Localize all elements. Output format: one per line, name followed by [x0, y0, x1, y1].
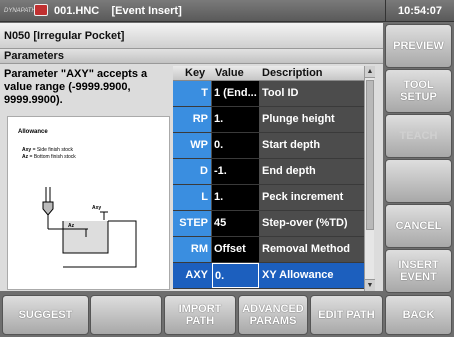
import-path-button[interactable]: IMPORT PATH	[164, 295, 236, 335]
back-button[interactable]: BACK	[385, 295, 452, 335]
row-key: L	[173, 185, 211, 210]
axy-label: Axy	[92, 205, 101, 211]
section-title: Parameters	[0, 49, 383, 64]
header-value: Value	[215, 67, 244, 79]
table-row[interactable]: L 1. Peck increment	[173, 185, 364, 211]
row-value[interactable]: -1.	[212, 159, 259, 184]
table-row[interactable]: T 1 (End... Tool ID	[173, 81, 364, 107]
row-key: AXY	[173, 263, 211, 288]
row-value[interactable]: 1 (End...	[212, 81, 259, 106]
row-value[interactable]: 1.	[212, 185, 259, 210]
row-value[interactable]: Offset	[212, 237, 259, 262]
blank-softkey-button[interactable]	[385, 159, 452, 203]
row-key: RM	[173, 237, 211, 262]
row-description: Removal Method	[262, 243, 351, 255]
insert-event-button[interactable]: INSERT EVENT	[385, 249, 452, 293]
row-description: End depth	[262, 165, 316, 177]
row-value-input[interactable]: 0.	[212, 263, 259, 288]
row-description: Start depth	[262, 139, 321, 151]
tool-setup-button[interactable]: TOOL SETUP	[385, 69, 452, 113]
advanced-params-button[interactable]: ADVANCED PARAMS	[238, 295, 308, 335]
parameter-description: Parameter "AXY" accepts a value range (-…	[4, 68, 148, 106]
table-row[interactable]: D -1. End depth	[173, 159, 364, 185]
cancel-button[interactable]: CANCEL	[385, 204, 452, 248]
row-value[interactable]: 1.	[212, 107, 259, 132]
az-label: Az	[68, 223, 75, 229]
suggest-button[interactable]: SUGGEST	[2, 295, 89, 335]
dynapath-logo-icon	[34, 4, 48, 16]
scroll-down-icon[interactable]: ▼	[365, 279, 375, 291]
table-row[interactable]: RM Offset Removal Method	[173, 237, 364, 263]
header-description: Description	[262, 67, 323, 79]
row-key: STEP	[173, 211, 211, 236]
row-key: D	[173, 159, 211, 184]
title-bar: DYNAPATH 001.HNC [Event Insert] 10:54:07	[0, 0, 454, 22]
table-scrollbar[interactable]: ▲ ▼	[364, 66, 375, 291]
row-value[interactable]: 45	[212, 211, 259, 236]
header-key: Key	[185, 67, 206, 79]
preview-button[interactable]: PREVIEW	[385, 24, 452, 68]
allowance-illustration: Allowance Axy = Side finish stock Az = B…	[7, 116, 170, 290]
edit-path-button[interactable]: EDIT PATH	[310, 295, 383, 335]
clock-display: 10:54:07	[397, 5, 443, 17]
table-header: Key Value Description	[173, 66, 364, 81]
teach-button[interactable]: TEACH	[385, 114, 452, 158]
row-value[interactable]: 0.	[212, 133, 259, 158]
table-row[interactable]: STEP 45 Step-over (%TD)	[173, 211, 364, 237]
row-description: Tool ID	[262, 87, 299, 99]
program-title: 001.HNC [Event Insert]	[54, 5, 182, 17]
table-row-selected[interactable]: AXY 0. XY Allowance	[173, 263, 364, 289]
scroll-up-icon[interactable]: ▲	[365, 66, 375, 78]
row-key: T	[173, 81, 211, 106]
row-description: Plunge height	[262, 113, 335, 125]
row-key: RP	[173, 107, 211, 132]
parameter-table[interactable]: Key Value Description T 1 (End... Tool I…	[173, 66, 364, 291]
blank-bottom-button[interactable]	[90, 295, 162, 335]
row-description: Step-over (%TD)	[262, 217, 348, 229]
event-panel: N050 [Irregular Pocket] Parameters Param…	[0, 23, 383, 291]
pocket-diagram-icon: Axy Az	[42, 187, 137, 268]
block-title: N050 [Irregular Pocket]	[0, 23, 383, 49]
table-row[interactable]: RP 1. Plunge height	[173, 107, 364, 133]
row-description: Peck increment	[262, 191, 344, 203]
row-description: XY Allowance	[262, 269, 334, 281]
table-row[interactable]: WP 0. Start depth	[173, 133, 364, 159]
scroll-thumb[interactable]	[366, 80, 374, 230]
row-key: WP	[173, 133, 211, 158]
